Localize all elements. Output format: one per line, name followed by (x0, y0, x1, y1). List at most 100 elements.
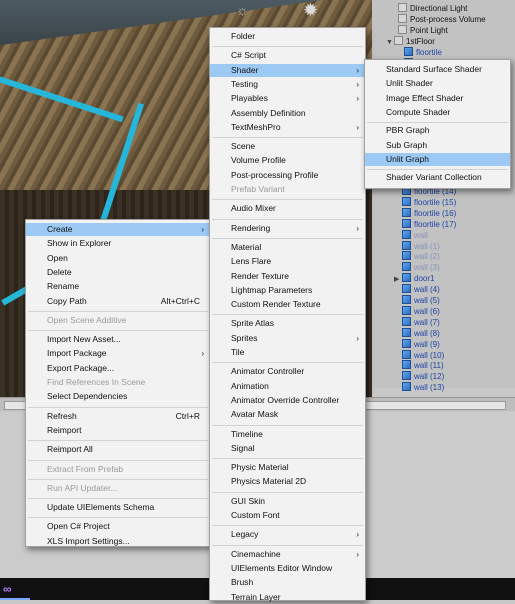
menu-item-textmeshpro[interactable]: TextMeshPro › (210, 121, 365, 134)
menu-item-select-dependencies[interactable]: Select Dependencies (26, 390, 210, 403)
menu-item-create[interactable]: Create › (26, 223, 210, 236)
menu-item-pbr-graph[interactable]: PBR Graph (365, 124, 510, 137)
hierarchy-row[interactable]: wall (6) (402, 305, 440, 317)
hierarchy-row[interactable]: floortile (16) (402, 207, 457, 219)
hierarchy-row[interactable]: wall (5) (402, 295, 440, 306)
menu-item-custom-font[interactable]: Custom Font (210, 509, 365, 522)
menu-item-shader-variant-collection[interactable]: Shader Variant Collection (365, 171, 510, 184)
hierarchy-row[interactable]: wall (13) (402, 382, 444, 393)
menu-item-tile[interactable]: Tile (210, 346, 365, 359)
menu-item-signal[interactable]: Signal (210, 442, 365, 455)
hierarchy-row[interactable]: Point Light (398, 25, 448, 36)
expand-arrow-icon[interactable]: ▼ (386, 37, 394, 48)
menu-item-volume-profile[interactable]: Volume Profile (210, 154, 365, 167)
menu-item-animation[interactable]: Animation (210, 380, 365, 393)
expand-arrow-icon[interactable]: ▶ (394, 274, 402, 285)
menu-item-cinemachine[interactable]: Cinemachine › (210, 548, 365, 561)
menu-item-legacy[interactable]: Legacy › (210, 528, 365, 541)
menu-item-animator-controller[interactable]: Animator Controller (210, 365, 365, 378)
menu-item-material[interactable]: Material (210, 241, 365, 254)
chevron-right-icon: › (356, 122, 359, 132)
menu-item-delete[interactable]: Delete (26, 266, 210, 279)
menu-item-post-processing-profile[interactable]: Post-processing Profile (210, 169, 365, 182)
menu-item-show-in-explorer[interactable]: Show in Explorer (26, 237, 210, 250)
cube-icon (402, 349, 411, 359)
menu-item-copy-path[interactable]: Copy Path Alt+Ctrl+C (26, 295, 210, 308)
menu-item-timeline[interactable]: Timeline (210, 428, 365, 441)
menu-item-render-texture[interactable]: Render Texture (210, 270, 365, 283)
menu-item-physic-material[interactable]: Physic Material (210, 461, 365, 474)
menu-item-open-c-project[interactable]: Open C# Project (26, 520, 210, 533)
hierarchy-row[interactable]: wall (7) (402, 316, 440, 328)
cube-icon (402, 338, 411, 348)
hierarchy-row[interactable]: wall (11) (402, 360, 444, 371)
hierarchy-row[interactable]: wall (2) (402, 251, 440, 262)
menu-item-gui-skin[interactable]: GUI Skin (210, 495, 365, 508)
menu-item-brush[interactable]: Brush (210, 576, 365, 589)
hierarchy-row[interactable]: wall (1) (402, 240, 440, 252)
menu-item-lightmap-parameters[interactable]: Lightmap Parameters (210, 284, 365, 297)
sun-gizmo-icon[interactable]: ✹ (303, 0, 318, 21)
menu-item-testing[interactable]: Testing › (210, 78, 365, 91)
hierarchy-row[interactable]: wall (8) (402, 327, 440, 339)
menu-item-physics-material-2d[interactable]: Physics Material 2D (210, 475, 365, 488)
menu-item-terrain-layer[interactable]: Terrain Layer (210, 591, 365, 604)
menu-item-label: Lightmap Parameters (231, 284, 313, 295)
menu-item-refresh[interactable]: Refresh Ctrl+R (26, 410, 210, 423)
menu-item-rename[interactable]: Rename (26, 280, 210, 293)
menu-item-reimport[interactable]: Reimport (26, 424, 210, 437)
menu-item-custom-render-texture[interactable]: Custom Render Texture (210, 298, 365, 311)
menu-item-import-new-asset[interactable]: Import New Asset... (26, 333, 210, 346)
menu-separator (212, 458, 363, 460)
menu-item-sprite-atlas[interactable]: Sprite Atlas (210, 317, 365, 330)
hierarchy-row[interactable]: wall (9) (402, 338, 440, 350)
menu-item-playables[interactable]: Playables › (210, 92, 365, 105)
menu-item-c-script[interactable]: C# Script (210, 49, 365, 62)
chevron-right-icon: › (356, 79, 359, 89)
hierarchy-row[interactable]: wall (4) (402, 284, 440, 295)
hierarchy-row[interactable]: floortile (15) (402, 196, 457, 208)
hierarchy-row[interactable]: Directional Light (398, 3, 467, 14)
hierarchy-row-label: floortile (15) (414, 197, 457, 207)
menu-item-import-package[interactable]: Import Package › (26, 347, 210, 360)
menu-item-export-package[interactable]: Export Package... (26, 362, 210, 375)
hierarchy-row[interactable]: floortile (17) (402, 218, 456, 230)
hierarchy-row[interactable]: floortile (404, 47, 442, 58)
menu-item-image-effect-shader[interactable]: Image Effect Shader (365, 92, 510, 105)
menu-item-sub-graph[interactable]: Sub Graph (365, 139, 510, 152)
menu-item-label: Sprite Atlas (231, 318, 274, 329)
hierarchy-row[interactable]: wall (10) (402, 349, 444, 361)
hierarchy-row[interactable]: Post-process Volume (398, 14, 486, 25)
hierarchy-row[interactable]: wall (12) (402, 371, 444, 382)
menu-item-assembly-definition[interactable]: Assembly Definition (210, 107, 365, 120)
visual-studio-icon[interactable]: ∞ (3, 582, 17, 596)
menu-item-unlit-graph[interactable]: Unlit Graph (365, 152, 510, 166)
menu-item-standard-surface-shader[interactable]: Standard Surface Shader (365, 63, 510, 76)
menu-item-audio-mixer[interactable]: Audio Mixer (210, 202, 365, 215)
menu-item-lens-flare[interactable]: Lens Flare (210, 255, 365, 268)
menu-item-scene[interactable]: Scene (210, 140, 365, 153)
hierarchy-row[interactable]: wall (3) (402, 262, 440, 273)
menu-item-folder[interactable]: Folder (210, 30, 365, 43)
light-gizmo-icon[interactable]: ☼ (236, 2, 249, 18)
menu-item-unlit-shader[interactable]: Unlit Shader (365, 77, 510, 90)
menu-item-update-uielements-schema[interactable]: Update UIElements Schema (26, 501, 210, 514)
menu-item-rendering[interactable]: Rendering › (210, 222, 365, 235)
chevron-right-icon: › (356, 549, 359, 559)
menu-item-avatar-mask[interactable]: Avatar Mask (210, 408, 365, 421)
menu-item-label: TextMeshPro (231, 121, 281, 132)
menu-item-reimport-all[interactable]: Reimport All (26, 443, 210, 456)
hierarchy-row[interactable]: ▼ 1stFloor (386, 36, 435, 47)
menu-item-label: Cinemachine (231, 548, 281, 559)
menu-item-compute-shader[interactable]: Compute Shader (365, 106, 510, 119)
menu-item-animator-override-controller[interactable]: Animator Override Controller (210, 394, 365, 407)
hierarchy-row[interactable]: wall (402, 229, 428, 241)
menu-item-uielements-editor-window[interactable]: UIElements Editor Window (210, 562, 365, 575)
menu-item-xls-import-settings[interactable]: XLS Import Settings... (26, 535, 210, 548)
hierarchy-row-label: floortile (16) (414, 208, 457, 218)
menu-item-sprites[interactable]: Sprites › (210, 332, 365, 345)
menu-item-shader[interactable]: Shader › (210, 63, 365, 77)
menu-item-label: Custom Render Texture (231, 299, 321, 310)
menu-item-open[interactable]: Open (26, 252, 210, 265)
hierarchy-row[interactable]: ▶ door1 (394, 273, 434, 284)
